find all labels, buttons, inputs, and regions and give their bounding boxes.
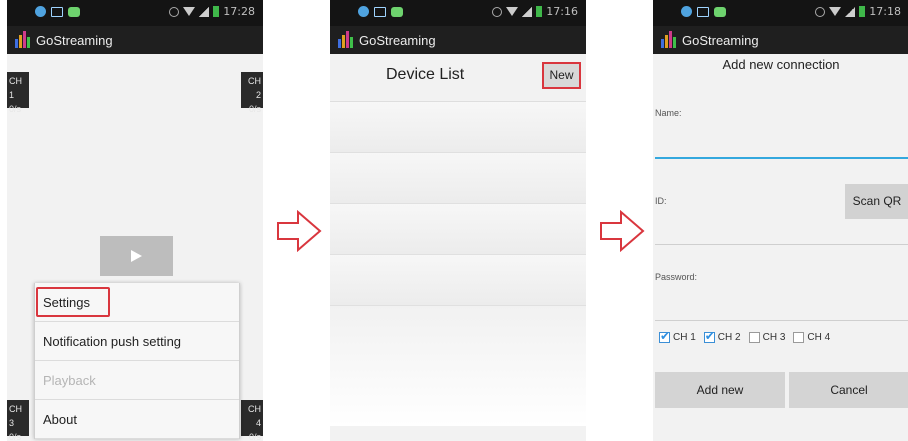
alarm-icon (492, 6, 503, 17)
status-time: 17:18 (869, 5, 901, 18)
next-arrow-icon (600, 210, 645, 252)
notification-icon (358, 6, 369, 17)
wifi-icon (506, 7, 519, 16)
battery-icon (859, 6, 866, 17)
app-logo-icon (661, 31, 677, 48)
signal-icon (522, 6, 533, 17)
list-item[interactable] (330, 255, 586, 306)
message-icon (68, 6, 80, 17)
name-label: Name: (655, 108, 682, 118)
id-field-underline (655, 244, 908, 245)
image-icon (374, 6, 386, 17)
alarm-icon (169, 6, 180, 17)
channel-3-label[interactable]: CH 3 0/s (7, 400, 29, 441)
checkbox-empty-icon (793, 332, 805, 343)
image-icon (51, 6, 63, 17)
list-item[interactable] (330, 153, 586, 204)
options-menu: Settings Notification push setting Playb… (34, 283, 240, 439)
device-list-header: Device List New (330, 54, 586, 102)
channel-checkboxes: CH 1 CH 2 CH 3 CH 4 (659, 329, 830, 343)
menu-item-settings[interactable]: Settings (35, 283, 239, 322)
cancel-button[interactable]: Cancel (789, 372, 908, 408)
next-arrow-icon (277, 210, 322, 252)
notification-icon (681, 6, 692, 17)
checkbox-empty-icon (748, 332, 760, 343)
live-view: CH 1 0/s CH 2 0/s CH 3 0/s CH 4 0/s Sett… (7, 54, 263, 441)
add-connection-form: Add new connection Name: ID: Scan QR Pas… (653, 54, 908, 441)
app-logo-icon (338, 31, 354, 48)
app-title: GoStreaming (359, 33, 436, 48)
app-bar: GoStreaming (653, 26, 908, 54)
phone-screen-main: 17:28 GoStreaming CH 1 0/s CH 2 0/s CH 3… (7, 0, 263, 441)
password-label: Password: (655, 272, 698, 282)
id-field[interactable] (655, 182, 839, 242)
new-device-button[interactable]: New (542, 62, 581, 89)
status-bar: 17:28 (7, 0, 263, 26)
device-list: Device List New (330, 54, 586, 441)
status-time: 17:28 (223, 5, 255, 18)
list-item[interactable] (330, 204, 586, 255)
status-bar: 17:16 (330, 0, 586, 26)
phone-screen-add-connection: 17:18 GoStreaming Add new connection Nam… (653, 0, 908, 441)
wifi-icon (829, 7, 842, 16)
channel-2-label[interactable]: CH 2 0/s (241, 72, 263, 114)
page-title: Add new connection (722, 57, 840, 72)
name-field-underline (655, 157, 908, 159)
wifi-icon (183, 7, 196, 16)
status-time: 17:16 (546, 5, 578, 18)
checkbox-checked-icon (703, 329, 715, 343)
scan-qr-button[interactable]: Scan QR (845, 184, 908, 219)
app-title: GoStreaming (36, 33, 113, 48)
name-field[interactable] (655, 124, 908, 158)
page-title: Device List (386, 66, 465, 83)
channel-1-label[interactable]: CH 1 0/s (7, 72, 29, 114)
signal-icon (845, 6, 856, 17)
tutorial-stage: 17:28 GoStreaming CH 1 0/s CH 2 0/s CH 3… (0, 0, 908, 441)
channel-4-checkbox[interactable]: CH 4 (793, 332, 830, 343)
app-logo-icon (15, 31, 31, 48)
battery-icon (213, 6, 220, 17)
signal-icon (199, 6, 210, 17)
play-button[interactable] (100, 236, 173, 276)
add-new-button[interactable]: Add new (655, 372, 785, 408)
channel-3-checkbox[interactable]: CH 3 (748, 332, 785, 343)
channel-1-checkbox[interactable]: CH 1 (659, 329, 696, 343)
app-bar: GoStreaming (7, 26, 263, 54)
app-bar: GoStreaming (330, 26, 586, 54)
highlight-box (36, 287, 110, 317)
image-icon (697, 6, 709, 17)
alarm-icon (815, 6, 826, 17)
menu-item-playback[interactable]: Playback (35, 361, 239, 400)
menu-item-notification[interactable]: Notification push setting (35, 322, 239, 361)
password-field[interactable] (655, 286, 908, 320)
password-field-underline (655, 320, 908, 321)
notification-icon (35, 6, 46, 17)
checkbox-checked-icon (659, 329, 670, 343)
message-icon (714, 6, 726, 17)
app-title: GoStreaming (682, 33, 759, 48)
phone-screen-device-list: 17:16 GoStreaming Device List New (330, 0, 586, 441)
channel-2-checkbox[interactable]: CH 2 (703, 329, 741, 343)
menu-item-about[interactable]: About (35, 400, 239, 439)
battery-icon (536, 6, 543, 17)
status-bar: 17:18 (653, 0, 908, 26)
channel-4-label[interactable]: CH 4 0/s (241, 400, 263, 441)
message-icon (391, 6, 403, 17)
list-empty-area (330, 306, 586, 426)
list-item[interactable] (330, 102, 586, 153)
